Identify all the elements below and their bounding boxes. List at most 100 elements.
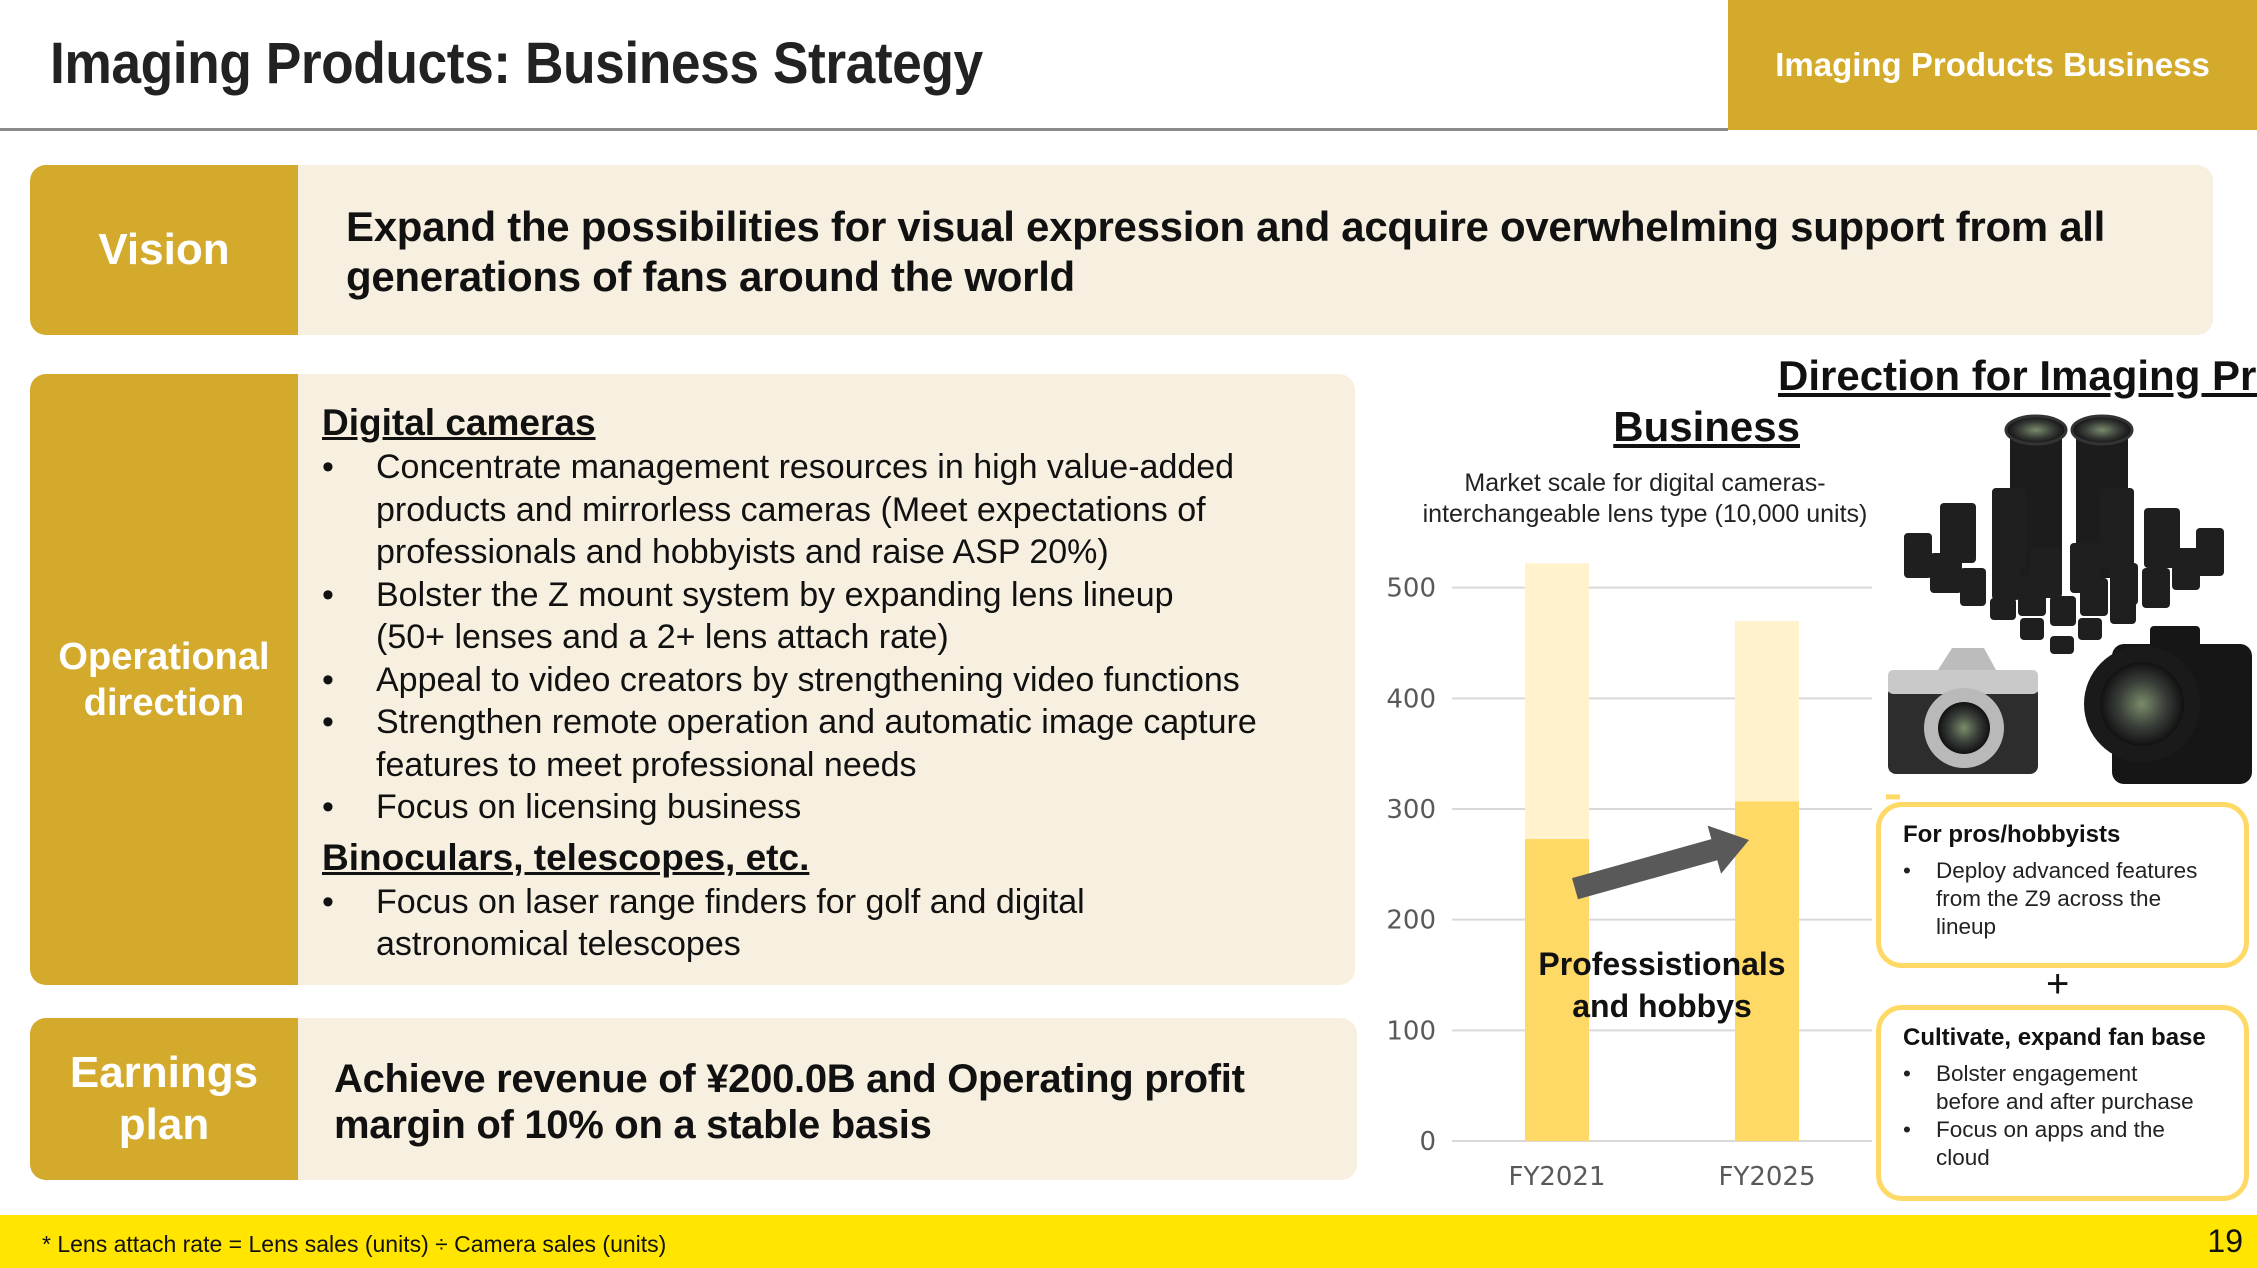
label-line: direction (83, 681, 245, 724)
y-tick-label: 500 (1386, 574, 1436, 604)
operational-direction-body: Digital cameras • Concentrate management … (298, 374, 1355, 985)
bar-segment-fy2021-other (1525, 563, 1589, 839)
earnings-line: Achieve revenue of ¥200.0B and Operating… (334, 1057, 1245, 1101)
operational-direction-label: Operational direction (30, 374, 298, 985)
bullet-icon: • (322, 575, 334, 614)
section-heading-digital-cameras: Digital cameras (322, 402, 596, 443)
right-panel-title: Direction for Imaging Products Business (1440, 350, 2257, 452)
bullet-line: Focus on apps and the (1936, 1117, 2165, 1142)
chart-subtitle: Market scale for digital cameras- interc… (1395, 468, 1895, 530)
bullet-line: products and mirrorless cameras (Meet ex… (376, 490, 1206, 529)
y-tick-label: 300 (1386, 795, 1436, 825)
bullet-line: Appeal to video creators by strengthenin… (376, 660, 1240, 699)
bullet-item: • Bolster the Z mount system by expanding… (322, 574, 1335, 659)
earnings-plan-label: Earnings plan (30, 1018, 298, 1180)
operational-direction-row: Operational direction Digital cameras • C… (30, 374, 1355, 985)
callout-fan-base: Cultivate, expand fan base • Bolster enga… (1876, 1005, 2249, 1201)
footnote: * Lens attach rate = Lens sales (units) … (42, 1231, 667, 1257)
bullet-line: professionals and hobbyists and raise AS… (376, 533, 1109, 571)
bullet-line: cloud (1936, 1145, 1990, 1170)
callout-title: For pros/hobbyists (1903, 821, 2121, 848)
bullet-icon: • (1903, 858, 1911, 883)
x-tick-label: FY2021 (1508, 1162, 1605, 1192)
vision-line: Expand the possibilities for visual expr… (346, 203, 2106, 250)
y-tick-label: 100 (1386, 1016, 1436, 1046)
bullet-item: • Focus on licensing business (322, 786, 1335, 829)
y-tick-label: 0 (1419, 1127, 1436, 1157)
earnings-line: margin of 10% on a stable basis (334, 1103, 932, 1147)
bullet-line: from the Z9 across the (1936, 886, 2162, 911)
growth-arrow-icon (1572, 825, 1749, 900)
bullet-icon: • (1903, 1117, 1911, 1142)
bullet-line: astronomical telescopes (376, 925, 741, 963)
y-tick-label: 400 (1386, 684, 1436, 714)
y-tick-label: 200 (1386, 906, 1436, 936)
bullet-text: Focus on licensing business (376, 786, 801, 829)
vision-label: Vision (30, 165, 298, 335)
chart-annotation: Professistionals (1538, 946, 1785, 982)
x-tick-label: FY2025 (1718, 1162, 1815, 1192)
bullet-icon: • (322, 788, 334, 826)
bullet-item: • Focus on laser range finders for golf a… (322, 881, 1335, 966)
subtitle-line: Market scale for digital cameras- (1464, 469, 1826, 497)
section-tag: Imaging Products Business (1728, 0, 2257, 130)
bullet-item: • Appeal to video creators by strengtheni… (322, 659, 1335, 702)
bullet-text: Deploy advanced features from the Z9 acro… (1936, 857, 2197, 941)
plus-icon: + (2046, 962, 2070, 1006)
bullet-text: Bolster the Z mount system by expanding … (376, 574, 1174, 659)
subtitle-line: interchangeable lens type (10,000 units) (1422, 500, 1868, 528)
bullet-list: • Concentrate management resources in hig… (322, 446, 1335, 829)
label-line: plan (118, 1100, 210, 1149)
bullet-line: lineup (1936, 914, 1997, 939)
bullet-line: Focus on licensing business (376, 788, 802, 826)
market-scale-chart: 0 100 200 300 400 500 FY2021 FY2025 Professistio… (1386, 563, 1900, 1192)
bullet-line: Bolster engagement (1936, 1061, 2138, 1086)
lens-lineup-icon (1904, 414, 2224, 654)
bullet-line: Strengthen remote operation and automati… (376, 703, 1257, 741)
bullet-text: Concentrate management resources in high… (376, 446, 1234, 574)
bullet-item: • Strengthen remote operation and automat… (322, 701, 1335, 786)
bullet-icon: • (322, 703, 334, 741)
bullet-icon: • (322, 882, 334, 921)
title-line: Direction for Imaging Products (1778, 352, 2257, 399)
callout-title: Cultivate, expand fan base (1903, 1024, 2206, 1051)
callout-bullets: • Bolster engagement before and after purc… (1903, 1060, 2224, 1172)
bullet-text: Bolster engagement before and after purch… (1936, 1060, 2194, 1116)
earnings-plan-row: Earnings plan Achieve revenue of ¥200.0B… (30, 1018, 1357, 1180)
vision-statement: Expand the possibilities for visual expr… (346, 202, 2186, 302)
bullet-icon: • (322, 660, 334, 699)
bullet-item: • Concentrate management resources in hig… (322, 446, 1335, 574)
footer-bar: * Lens attach rate = Lens sales (units) … (0, 1215, 2257, 1268)
product-photo (1888, 414, 2252, 784)
bullet-text: Appeal to video creators by strengthenin… (376, 659, 1240, 702)
bullet-icon: • (1903, 1061, 1911, 1086)
bullet-line: Bolster the Z mount system by expanding … (376, 575, 1174, 614)
page-title: Imaging Products: Business Strategy (50, 31, 983, 96)
bullet-item: • Bolster engagement before and after purc… (1903, 1060, 2224, 1116)
bullet-line: features to meet professional needs (376, 745, 917, 784)
page-number: 19 (2207, 1223, 2243, 1259)
bullet-text: Focus on apps and the cloud (1936, 1116, 2165, 1172)
bullet-line: before and after purchase (1936, 1089, 2194, 1114)
bullet-list: • Focus on laser range finders for golf a… (322, 881, 1335, 966)
earnings-plan-text: Achieve revenue of ¥200.0B and Operating… (298, 1018, 1357, 1180)
vision-line: generations of fans around the world (346, 253, 1075, 300)
section-heading-binoculars: Binoculars, telescopes, etc. (322, 836, 810, 878)
bullet-item: • Deploy advanced features from the Z9 acr… (1903, 857, 2224, 941)
bullet-line: Focus on laser range finders for golf an… (376, 882, 1085, 921)
bullet-line: Deploy advanced features (1936, 858, 2198, 883)
bullet-icon: • (322, 448, 334, 486)
chart-annotation: and hobbys (1572, 988, 1752, 1024)
bullet-text: Focus on laser range finders for golf an… (376, 881, 1085, 966)
bullet-line: (50+ lenses and a 2+ lens attach rate) (376, 618, 949, 656)
label-line: Earnings (69, 1048, 259, 1097)
z9-camera-icon (2084, 626, 2252, 784)
label-line: Operational (58, 635, 270, 678)
zfc-camera-icon (1888, 648, 2038, 774)
title-line: Business (1613, 403, 1800, 450)
callout-bullets: • Deploy advanced features from the Z9 acr… (1903, 857, 2224, 941)
bullet-line: Concentrate management resources in high… (376, 448, 1235, 486)
callout-pros-hobbyists: For pros/hobbyists • Deploy advanced feat… (1876, 802, 2249, 968)
bullet-item: • Focus on apps and the cloud (1903, 1116, 2224, 1172)
bar-segment-fy2025-other (1735, 620, 1799, 802)
